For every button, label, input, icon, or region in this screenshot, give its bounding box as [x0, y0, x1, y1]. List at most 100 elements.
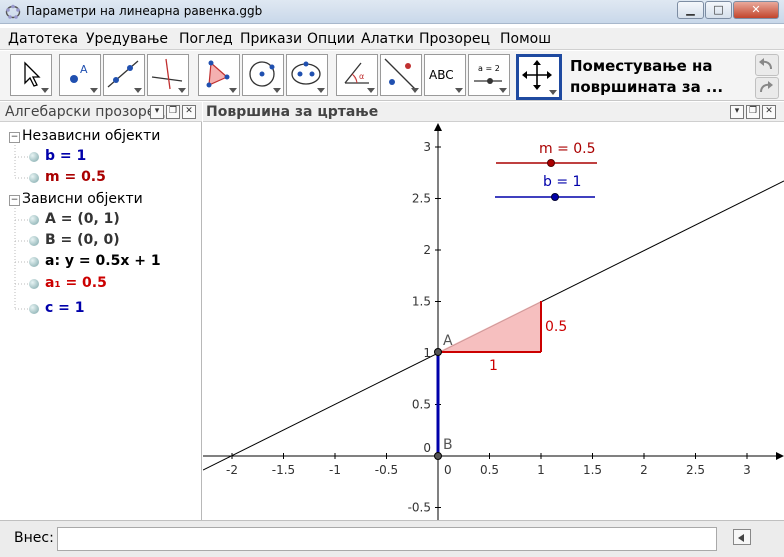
x-tick-label: 0: [444, 463, 452, 477]
visibility-toggle-a1[interactable]: [29, 279, 39, 289]
tool-point[interactable]: A: [59, 54, 101, 96]
redo-button[interactable]: [755, 77, 779, 99]
y-tick-label: -0.5: [408, 501, 431, 515]
tool-polygon[interactable]: [198, 54, 240, 96]
graphics-undock-button[interactable]: ❐: [746, 105, 760, 119]
x-axis-arrow-icon: [776, 452, 784, 460]
x-tick-label: 2: [640, 463, 648, 477]
tool-text[interactable]: ABC: [424, 54, 466, 96]
x-tick-label: 0.5: [480, 463, 499, 477]
maximize-button[interactable]: □: [705, 1, 732, 19]
drawing-canvas[interactable]: -2 -1.5 -1 -0.5 0 0.5 1 1.5 2 2.5 3 -0.5 0 0.5 1 1.5 2 2.…: [203, 123, 784, 520]
minimize-button[interactable]: ▁: [677, 1, 704, 19]
tool-help-line-2: површината за ...: [570, 78, 724, 96]
group-independent-objects: Независни објекти: [22, 128, 161, 144]
slider-m-handle[interactable]: [547, 159, 555, 167]
y-tick-label: 3: [423, 140, 431, 154]
x-tick-label: 1: [537, 463, 545, 477]
visibility-toggle-c[interactable]: [29, 304, 39, 314]
menu-tools[interactable]: Алатки: [361, 31, 414, 47]
x-tick-label: -0.5: [375, 463, 398, 477]
x-tick-label: 2.5: [686, 463, 705, 477]
slope-run-label: 1: [489, 358, 498, 374]
point-B-label: B: [443, 437, 453, 453]
tool-slider[interactable]: a = 2: [468, 54, 510, 96]
algebra-view-header: Алгебарски прозорец ▾ ❐ ✕: [0, 102, 202, 122]
group-dependent-objects: Зависни објекти: [22, 191, 143, 207]
menu-view[interactable]: Поглед: [179, 31, 233, 47]
tool-reflect[interactable]: [380, 54, 422, 96]
tool-help-text: Поместување на површината за ...: [570, 56, 723, 98]
triangle-down-icon: ▾: [734, 106, 740, 116]
slider-b-label: b = 1: [543, 174, 581, 190]
title-bar: Параметри на линеарна равенка.ggb ▁ □ ✕: [0, 0, 784, 24]
menu-help[interactable]: Помош: [500, 31, 551, 47]
tool-angle[interactable]: α: [336, 54, 378, 96]
slope-triangle[interactable]: [438, 301, 541, 352]
keyboard-button[interactable]: [733, 529, 751, 545]
graphics-view-header: Површина за цртање ▾ ❐ ✕: [203, 102, 784, 122]
menu-edit[interactable]: Уредување: [86, 31, 168, 47]
y-tick-label: 0: [423, 441, 431, 455]
maximize-icon: □: [713, 3, 724, 16]
menu-file[interactable]: Датотека: [8, 31, 78, 47]
visibility-toggle-B[interactable]: [29, 236, 39, 246]
menu-options[interactable]: Опции: [307, 31, 355, 47]
tool-move-graphics-view[interactable]: [516, 54, 562, 100]
tool-line[interactable]: [103, 54, 145, 96]
algebra-undock-button[interactable]: ❐: [166, 105, 180, 119]
point-B[interactable]: [434, 452, 442, 460]
x-tick-label: 1.5: [583, 463, 602, 477]
close-button[interactable]: ✕: [733, 1, 779, 19]
algebra-item-a[interactable]: a: y = 0.5x + 1: [45, 253, 161, 269]
toolbar: A α ABC a = 2 Поместување на површината …: [0, 51, 784, 101]
menu-window[interactable]: Прозорец: [419, 31, 490, 47]
algebra-item-B[interactable]: B = (0, 0): [45, 232, 120, 248]
tool-help-line-1: Поместување на: [570, 57, 713, 75]
tree-connector-lines: [14, 142, 28, 310]
svg-text:α: α: [359, 72, 364, 81]
visibility-toggle-m[interactable]: [29, 173, 39, 183]
algebra-item-b[interactable]: b = 1: [45, 148, 86, 164]
move-view-arrows-icon: [522, 60, 552, 90]
visibility-toggle-b[interactable]: [29, 152, 39, 162]
y-tick-label: 2.5: [412, 192, 431, 206]
x-tick-label: -1: [329, 463, 341, 477]
tool-perpendicular[interactable]: [147, 54, 189, 96]
y-tick-label: 0.5: [412, 398, 431, 412]
algebra-item-a1[interactable]: a₁ = 0.5: [45, 275, 107, 291]
slider-m-label: m = 0.5: [539, 141, 596, 157]
slider-b-handle[interactable]: [551, 193, 559, 201]
algebra-menu-button[interactable]: ▾: [150, 105, 164, 119]
input-field[interactable]: [57, 527, 717, 551]
point-A[interactable]: [434, 348, 442, 356]
menu-bar: Датотека Уредување Поглед Прикази Опции …: [0, 28, 784, 50]
x-tick-label: -1.5: [272, 463, 295, 477]
visibility-toggle-A[interactable]: [29, 215, 39, 225]
visibility-toggle-a[interactable]: [29, 257, 39, 267]
graphics-menu-button[interactable]: ▾: [730, 105, 744, 119]
algebra-close-button[interactable]: ✕: [182, 105, 196, 119]
svg-text:ABC: ABC: [429, 68, 454, 82]
undo-button[interactable]: [755, 54, 779, 76]
algebra-item-c[interactable]: c = 1: [45, 300, 85, 316]
collapse-dependent-icon[interactable]: −: [9, 195, 20, 206]
algebra-view-title: Алгебарски прозорец: [5, 104, 165, 120]
y-tick-label: 2: [423, 243, 431, 257]
close-icon: ✕: [765, 106, 773, 116]
y-axis-arrow-icon: [434, 123, 442, 131]
graphics-close-button[interactable]: ✕: [762, 105, 776, 119]
tool-circle[interactable]: [242, 54, 284, 96]
algebra-item-m[interactable]: m = 0.5: [45, 169, 106, 185]
collapse-independent-icon[interactable]: −: [9, 132, 20, 143]
redo-icon: [760, 81, 773, 93]
tool-move[interactable]: [10, 54, 52, 96]
menu-perspectives[interactable]: Прикази: [240, 31, 302, 47]
close-icon: ✕: [185, 106, 193, 116]
graphics-view: Површина за цртање ▾ ❐ ✕ -2 -1.5 -1 -0.5 0 0.…: [203, 102, 784, 520]
algebra-item-A[interactable]: A = (0, 1): [45, 211, 120, 227]
window-restore-icon: ❐: [168, 106, 178, 116]
algebra-view: Алгебарски прозорец ▾ ❐ ✕ − Независни об…: [0, 102, 202, 520]
slope-rise-label: 0.5: [545, 319, 567, 335]
tool-conic[interactable]: [286, 54, 328, 96]
